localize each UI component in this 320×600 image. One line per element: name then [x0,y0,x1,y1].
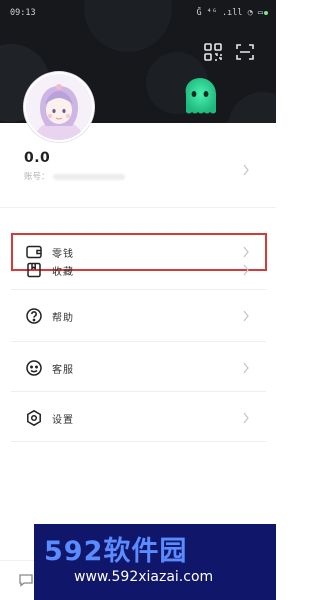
customer-service-icon [25,359,43,377]
profile-id: 账号： [24,170,125,182]
chevron-right-icon [242,362,250,374]
help-icon [25,307,43,325]
menu-separator [11,341,266,342]
menu-item-customer-service[interactable]: 客服 [11,349,267,387]
avatar[interactable] [24,72,94,142]
chevron-right-icon [242,412,250,424]
scan-icon[interactable] [235,42,255,62]
menu-separator [11,391,266,392]
menu-separator [11,441,266,442]
profile-id-redacted [52,173,125,180]
profile-id-label: 账号： [24,172,50,182]
status-icons: Ḡ ⁴ᴳ .ıll ◔ ▭ [196,8,263,18]
menu-item-label: 帮助 [52,313,74,324]
watermark-url: www.592xiazai.com [74,569,214,585]
menu-item-label: 设置 [52,415,74,426]
menu-item-label: 客服 [52,365,74,376]
decorative-bubble [228,92,276,123]
chevron-right-icon [242,164,250,176]
ghost-mascot-icon [180,75,220,117]
menu-item-favorites[interactable]: 收藏 [11,251,267,289]
chevron-right-icon [242,310,250,322]
status-time: 09:13 [10,8,36,18]
menu-separator [11,289,266,290]
site-watermark: 592软件园 www.592xiazai.com [34,524,276,600]
chevron-right-icon [242,264,250,276]
battery-icon [264,11,268,15]
qr-code-icon[interactable] [203,42,223,62]
status-bar: 09:13 Ḡ ⁴ᴳ .ıll ◔ ▭ [0,6,276,20]
menu-item-settings[interactable]: 设置 [11,399,267,437]
menu-item-label: 收藏 [52,267,74,278]
profile-name: 0.0 [24,150,51,166]
watermark-logo: 592软件园 [44,536,188,567]
menu-item-help[interactable]: 帮助 [11,297,267,335]
settings-icon [25,409,43,427]
chat-tab-icon[interactable] [18,572,34,588]
bookmark-icon [25,261,43,279]
section-divider [0,207,276,208]
